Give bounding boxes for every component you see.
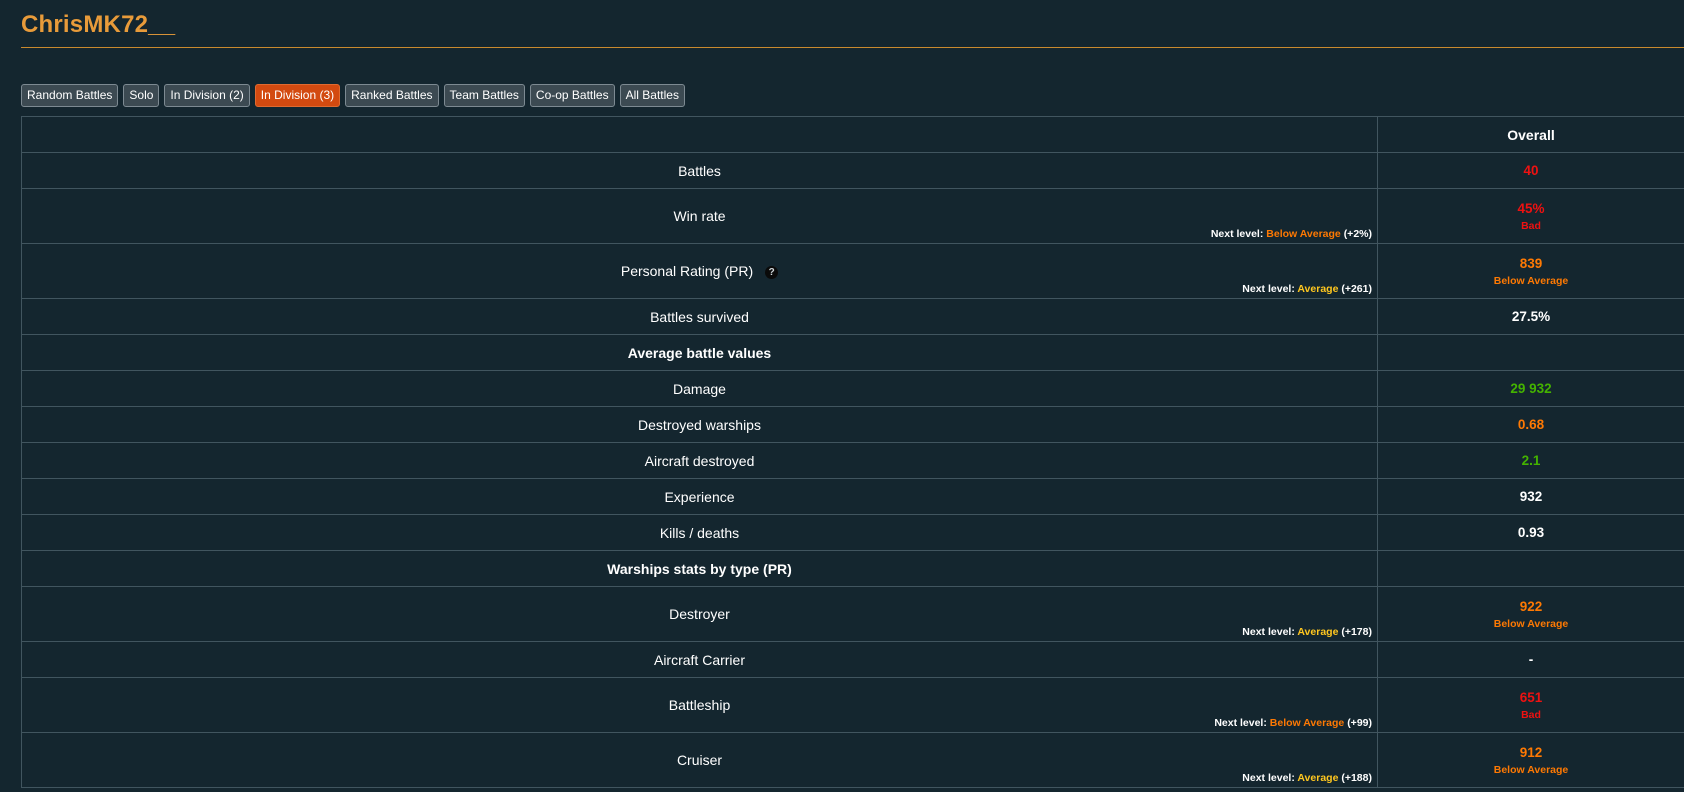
next-level-delta: (+188) (1341, 772, 1372, 784)
tab-team-battles[interactable]: Team Battles (443, 84, 525, 107)
tab-division-3[interactable]: In Division (3) (254, 84, 341, 107)
tab-ranked-battles[interactable]: Ranked Battles (345, 84, 439, 107)
row-label: Aircraft destroyed (644, 452, 755, 469)
next-level-name: Average (1297, 772, 1339, 784)
next-level-prefix: Next level: (1242, 626, 1295, 638)
table-row: Battles 40 (21, 152, 1684, 189)
next-level-delta: (+2%) (1343, 228, 1372, 240)
next-level-name: Below Average (1266, 228, 1341, 240)
row-value: 40 (1523, 163, 1539, 178)
rating-label: Below Average (1493, 763, 1569, 776)
row-value: - (1528, 652, 1534, 667)
row-value: 29 932 (1510, 381, 1552, 396)
rating-label: Bad (1521, 219, 1541, 232)
page-header: ChrisMK72__ (21, 12, 1684, 38)
battle-type-tabs: Random Battles Solo In Division (2) In D… (21, 84, 685, 107)
table-row: Cruiser Next level: Average (+188) 912 B… (21, 732, 1684, 788)
table-row: Experience 932 (21, 478, 1684, 515)
header-empty-cell (21, 116, 1378, 153)
section-header-row: Average battle values (21, 334, 1684, 371)
row-value: 922 (1519, 598, 1543, 614)
stats-table: Overall Battles 40 Win rate Next level: … (21, 116, 1684, 788)
section-empty-cell (1377, 550, 1684, 587)
row-value: 2.1 (1521, 453, 1541, 468)
title-divider (21, 47, 1684, 48)
next-level-prefix: Next level: (1242, 772, 1295, 784)
row-label: Destroyed warships (638, 416, 761, 433)
next-level-prefix: Next level: (1242, 283, 1295, 295)
row-value: 839 (1519, 255, 1543, 271)
row-value: 27.5% (1511, 309, 1551, 324)
section-title: Average battle values (21, 334, 1378, 371)
next-level-prefix: Next level: (1214, 717, 1267, 729)
table-header-row: Overall (21, 116, 1684, 153)
next-level-name: Average (1297, 626, 1339, 638)
row-label: Experience (664, 488, 735, 505)
section-header-row: Warships stats by type (PR) (21, 550, 1684, 587)
next-level-name: Below Average (1269, 717, 1345, 729)
question-circle-icon[interactable]: ? (765, 266, 779, 279)
next-level-prefix: Next level: (1210, 228, 1264, 240)
row-value: 0.93 (1517, 525, 1545, 540)
table-row: Destroyed warships 0.68 (21, 406, 1684, 443)
table-row: Aircraft destroyed 2.1 (21, 442, 1684, 479)
table-row: Battles survived 27.5% (21, 298, 1684, 335)
next-level-hint: Next level: Below Average (+2%) (1211, 228, 1372, 240)
table-row: Win rate Next level: Below Average (+2%)… (21, 188, 1684, 244)
column-header-overall: Overall (1377, 116, 1684, 153)
tab-division-2[interactable]: In Division (2) (164, 84, 250, 107)
next-level-delta: (+178) (1341, 626, 1372, 638)
next-level-hint: Next level: Below Average (+99) (1214, 717, 1372, 729)
next-level-hint: Next level: Average (+188) (1242, 772, 1372, 784)
table-row: Destroyer Next level: Average (+178) 922… (21, 586, 1684, 642)
table-row: Battleship Next level: Below Average (+9… (21, 677, 1684, 733)
tab-random-battles[interactable]: Random Battles (21, 84, 119, 107)
table-row: Kills / deaths 0.93 (21, 514, 1684, 551)
row-value: 932 (1519, 489, 1543, 504)
next-level-delta: (+99) (1347, 717, 1372, 729)
table-row: Damage 29 932 (21, 370, 1684, 407)
row-label: Aircraft Carrier (653, 651, 745, 668)
row-label: Damage (673, 380, 726, 397)
table-row: Personal Rating (PR)? Next level: Averag… (21, 243, 1684, 299)
row-label: Battleship (668, 697, 731, 713)
section-empty-cell (1377, 334, 1684, 371)
section-title: Warships stats by type (PR) (21, 550, 1378, 587)
row-label: Destroyer (669, 606, 730, 622)
next-level-delta: (+261) (1341, 283, 1372, 295)
row-label: Battles (678, 162, 721, 179)
row-label: Battles survived (650, 308, 749, 325)
next-level-hint: Next level: Average (+261) (1242, 283, 1372, 295)
table-row: Aircraft Carrier - (21, 641, 1684, 678)
rating-label: Below Average (1493, 274, 1569, 287)
tab-all-battles[interactable]: All Battles (619, 84, 685, 107)
next-level-name: Average (1297, 283, 1339, 295)
row-label: Personal Rating (PR) (620, 263, 754, 279)
row-value: 0.68 (1517, 417, 1545, 432)
row-value: 45% (1517, 200, 1545, 216)
row-value: 912 (1519, 744, 1543, 760)
rating-label: Bad (1521, 708, 1541, 721)
row-label: Win rate (673, 208, 726, 224)
row-label: Kills / deaths (659, 524, 740, 541)
tab-coop-battles[interactable]: Co-op Battles (529, 84, 615, 107)
row-value: 651 (1519, 689, 1543, 705)
row-label: Cruiser (676, 752, 723, 768)
tab-solo[interactable]: Solo (123, 84, 160, 107)
player-name: ChrisMK72__ (21, 11, 176, 38)
next-level-hint: Next level: Average (+178) (1242, 626, 1372, 638)
rating-label: Below Average (1493, 617, 1569, 630)
